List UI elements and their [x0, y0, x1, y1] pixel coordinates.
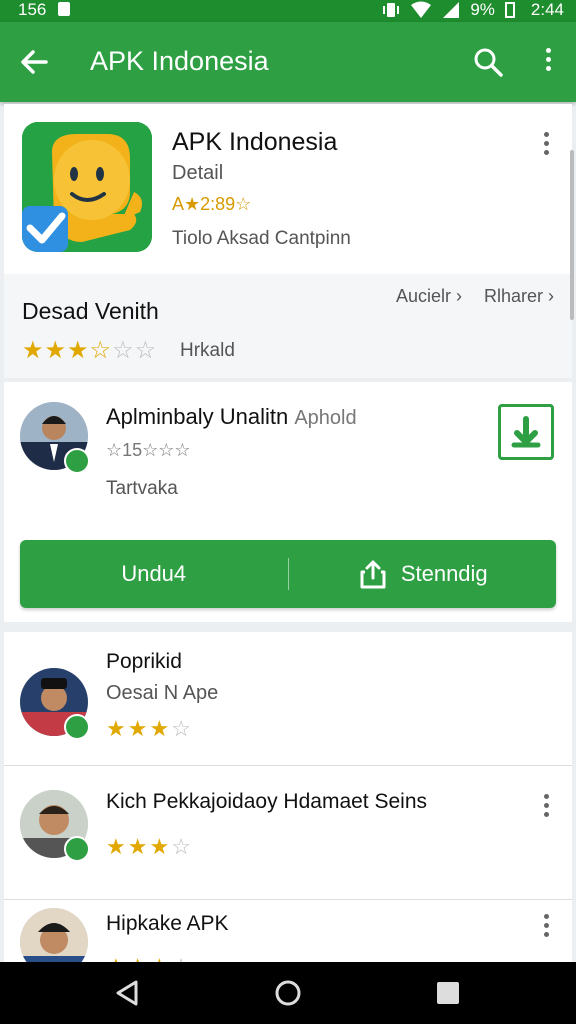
star-filled-icon: ★ [127, 716, 150, 741]
list-item-title: Kich Pekkajoidaoy Hdamaet Seins [106, 790, 428, 813]
status-clock: 2:44 [530, 0, 564, 19]
battery-percent: 9% [470, 0, 495, 19]
recents-nav-icon[interactable] [431, 976, 465, 1010]
download-button[interactable] [498, 404, 554, 460]
star-empty-icon: ☆ [134, 337, 158, 364]
navigation-bar [0, 962, 576, 1024]
app-subtitle: Detail [172, 162, 224, 184]
wifi-icon [411, 1, 432, 18]
star-filled-icon: ★ [106, 716, 128, 741]
review-title-extra: Aphold [294, 407, 357, 429]
app-rating: A★2:89☆ [172, 194, 252, 214]
list-card: Poprikid Oesai N Ape ★★★☆ Kich Pekkajoid… [4, 632, 572, 979]
search-icon[interactable] [470, 44, 506, 80]
star-empty-icon: ☆ [171, 834, 193, 859]
sim-icon [58, 2, 70, 16]
back-arrow-icon[interactable] [18, 44, 50, 80]
scrollbar-thumb[interactable] [570, 150, 574, 320]
review-title: Aplminbaly Unalitn Aphold [106, 404, 357, 430]
screen: 156 9% 2:44 APK Indonesia APK Indonesia … [0, 0, 576, 1024]
review-rating: ☆15☆☆☆ [106, 440, 191, 460]
download-text-button[interactable]: Undu4 [20, 540, 288, 608]
star-filled-icon: ★ [106, 834, 128, 859]
star-half-icon: ☆ [89, 337, 113, 364]
verified-badge [64, 714, 90, 740]
signal-icon [443, 2, 460, 18]
status-bar: 156 9% 2:44 [0, 0, 576, 22]
star-filled-icon: ★ [149, 716, 172, 741]
more-vert-icon[interactable] [544, 914, 549, 937]
star-empty-icon: ☆ [171, 716, 193, 741]
download-icon [511, 416, 541, 448]
share-button[interactable]: Stenndig [289, 540, 557, 608]
description-stars-label: Hrkald [180, 340, 235, 361]
download-text-label: Undu4 [121, 561, 187, 586]
more-vert-icon[interactable] [544, 132, 549, 155]
star-filled-icon: ★ [67, 337, 90, 364]
list-item-stars: ★★★☆ [106, 834, 193, 860]
status-time-left: 156 [18, 0, 47, 19]
home-nav-icon[interactable] [271, 976, 305, 1010]
list-item-subtitle: Oesai N Ape [106, 682, 219, 704]
battery-icon [504, 2, 515, 18]
share-icon [360, 560, 386, 589]
description-section: Desad Venith Aucielr › Rlharer › ★★★☆☆☆ … [4, 274, 572, 378]
star-filled-icon: ★ [44, 337, 68, 364]
star-filled-icon: ★ [149, 834, 172, 859]
more-vert-icon[interactable] [544, 794, 549, 817]
review-title-main: Aplminbaly Unalitn [106, 404, 289, 429]
more-vert-icon[interactable] [536, 48, 560, 78]
description-heading: Desad Venith [22, 298, 159, 324]
app-card[interactable]: APK Indonesia Detail A★2:89☆ Tiolo Aksad… [4, 104, 572, 274]
review-action-bar: Undu4 Stenndig [20, 540, 556, 608]
description-stars: ★★★☆☆☆ [22, 336, 157, 365]
description-link-2[interactable]: Rlharer › [484, 286, 554, 307]
verified-badge [64, 836, 90, 862]
description-links: Aucielr › Rlharer › [396, 286, 554, 307]
list-item-title: Poprikid [106, 650, 182, 673]
app-icon [22, 122, 152, 252]
description-link-1[interactable]: Aucielr › [396, 286, 462, 307]
back-nav-icon[interactable] [110, 976, 144, 1010]
list-item-title: Hipkake APK [106, 912, 229, 935]
review-caption: Tartvaka [106, 478, 178, 499]
star-filled-icon: ★ [22, 337, 45, 364]
review-card: Aplminbaly Unalitn Aphold ☆15☆☆☆ Tartvak… [4, 382, 572, 622]
star-filled-icon: ★ [127, 834, 150, 859]
list-item[interactable]: Kich Pekkajoidaoy Hdamaet Seins ★★★☆ [4, 766, 572, 900]
app-bar-title: APK Indonesia [90, 46, 269, 76]
app-title: APK Indonesia [172, 128, 338, 156]
verified-badge [64, 448, 90, 474]
list-item-stars: ★★★☆ [106, 716, 193, 742]
star-empty-icon: ☆ [112, 337, 135, 364]
share-label: Stenndig [400, 561, 488, 586]
app-caption: Tiolo Aksad Cantpinn [172, 228, 351, 249]
list-item[interactable]: Poprikid Oesai N Ape ★★★☆ [4, 632, 572, 766]
status-right: 9% 2:44 [382, 0, 564, 20]
vibrate-icon [383, 3, 400, 17]
app-bar: APK Indonesia [0, 22, 576, 102]
